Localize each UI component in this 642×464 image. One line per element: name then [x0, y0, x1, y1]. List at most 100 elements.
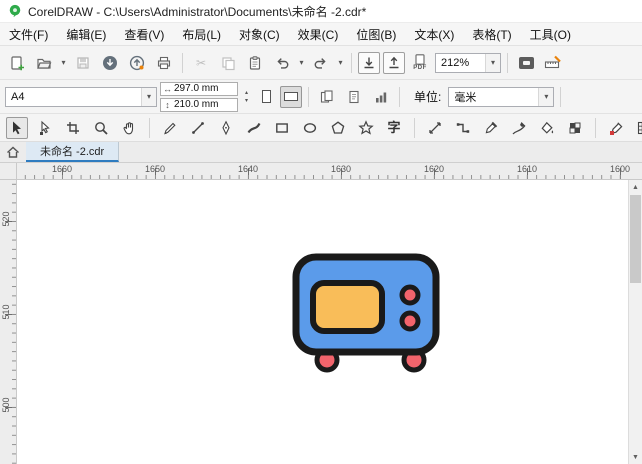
- menu-bitmaps[interactable]: 位图(B): [347, 23, 405, 46]
- artistic-media-tool-button[interactable]: [243, 117, 265, 139]
- shape-tool-button[interactable]: [34, 117, 56, 139]
- page-dimensions-stepper[interactable]: ▴ ▾: [241, 90, 252, 104]
- menu-edit[interactable]: 编辑(E): [57, 23, 115, 46]
- color-eyedropper-tool-button[interactable]: [605, 117, 627, 139]
- drawing-scale-icon: [376, 92, 387, 102]
- horizontal-ruler[interactable]: 1660 1650 1640 1630 1620 1610 1600: [17, 163, 630, 180]
- redo-button[interactable]: [309, 51, 333, 75]
- export-icon: [389, 56, 399, 68]
- mesh-fill-tool-button[interactable]: [633, 117, 642, 139]
- document-tab[interactable]: 未命名 -2.cdr: [26, 142, 120, 162]
- save-to-cloud-button[interactable]: [125, 51, 149, 75]
- open-button[interactable]: [32, 51, 56, 75]
- star-tool-button[interactable]: [355, 117, 377, 139]
- open-from-cloud-button[interactable]: [98, 51, 122, 75]
- import-button[interactable]: [358, 51, 380, 74]
- redo-dropdown-icon[interactable]: ▾: [336, 58, 345, 67]
- page-size-combobox[interactable]: A4 ▾: [5, 86, 157, 107]
- all-pages-button[interactable]: [315, 85, 339, 109]
- title-bar[interactable]: CorelDRAW - C:\Users\Administrator\Docum…: [0, 0, 642, 22]
- microwave-button-top[interactable]: [399, 284, 421, 306]
- zoom-tool-icon: [95, 121, 108, 135]
- stepper-down-icon[interactable]: ▾: [241, 98, 252, 104]
- text-tool-button[interactable]: 字: [383, 117, 405, 139]
- scrollbar-thumb[interactable]: [630, 195, 641, 283]
- paste-icon: [249, 55, 261, 70]
- menu-view[interactable]: 查看(V): [115, 23, 173, 46]
- open-from-cloud-icon: [103, 55, 117, 70]
- page-width-field[interactable]: ↔ 297.0 mm: [160, 81, 238, 96]
- two-point-line-tool-button[interactable]: [187, 117, 209, 139]
- menu-effects[interactable]: 效果(C): [289, 23, 348, 46]
- save-button[interactable]: [71, 51, 95, 75]
- toolbox-divider: [595, 117, 596, 138]
- fullscreen-preview-button[interactable]: [514, 51, 538, 75]
- toolbar-divider: [507, 52, 508, 73]
- open-dropdown-icon[interactable]: ▾: [59, 58, 68, 67]
- export-button[interactable]: [383, 51, 405, 74]
- ruler-label: 1640: [237, 164, 259, 174]
- toolbar-divider: [351, 52, 352, 73]
- zoom-dropdown-icon[interactable]: ▾: [485, 53, 500, 72]
- landscape-orientation-button[interactable]: [280, 85, 302, 108]
- drawing-area: 520 510 500 ▲ ▼: [0, 180, 642, 464]
- bezier-tool-button[interactable]: [215, 117, 237, 139]
- bezier-tool-icon: [222, 120, 230, 135]
- crop-tool-button[interactable]: [62, 117, 84, 139]
- undo-dropdown-icon[interactable]: ▾: [297, 58, 306, 67]
- connector-tool-button[interactable]: [452, 117, 474, 139]
- property-bar-divider: [308, 86, 309, 107]
- show-rulers-button[interactable]: [541, 51, 565, 75]
- drawing-scale-button[interactable]: [369, 85, 393, 109]
- fill-tool-button[interactable]: [536, 117, 558, 139]
- menu-text[interactable]: 文本(X): [405, 23, 463, 46]
- units-combobox[interactable]: 毫米 ▾: [448, 86, 555, 107]
- portrait-orientation-button[interactable]: [255, 86, 277, 108]
- eyedropper-tool-button[interactable]: [480, 117, 502, 139]
- open-folder-icon: [37, 58, 52, 69]
- scroll-down-icon: ▼: [632, 453, 639, 461]
- pan-tool-button[interactable]: [118, 117, 140, 139]
- dimension-tool-icon: [429, 121, 441, 134]
- document-canvas[interactable]: [17, 180, 628, 464]
- dimension-tool-button[interactable]: [424, 117, 446, 139]
- ruler-origin-corner[interactable]: [0, 163, 17, 180]
- undo-button[interactable]: [270, 51, 294, 75]
- print-button[interactable]: [152, 51, 176, 75]
- menu-file[interactable]: 文件(F): [0, 23, 57, 46]
- scroll-down-button[interactable]: ▼: [629, 450, 642, 464]
- microwave-button-bottom[interactable]: [399, 310, 421, 332]
- zoom-level-combobox[interactable]: 212% ▾: [435, 52, 501, 73]
- zoom-tool-button[interactable]: [90, 117, 112, 139]
- text-tool-icon: 字: [387, 120, 401, 135]
- cut-button[interactable]: ✂: [189, 51, 213, 75]
- pattern-fill-tool-button[interactable]: [564, 117, 586, 139]
- outline-pen-tool-button[interactable]: [508, 117, 530, 139]
- menu-tools[interactable]: 工具(O): [521, 23, 580, 46]
- rectangle-tool-button[interactable]: [271, 117, 293, 139]
- current-page-button[interactable]: [342, 85, 366, 109]
- menu-table[interactable]: 表格(T): [463, 23, 520, 46]
- scroll-up-button[interactable]: ▲: [629, 180, 642, 194]
- toolbox-divider: [414, 117, 415, 138]
- menu-layout[interactable]: 布局(L): [173, 23, 230, 46]
- welcome-screen-button[interactable]: [0, 142, 26, 162]
- menu-object[interactable]: 对象(C): [230, 23, 289, 46]
- publish-to-pdf-button[interactable]: PDF: [408, 51, 432, 75]
- polygon-tool-button[interactable]: [327, 117, 349, 139]
- ellipse-tool-button[interactable]: [299, 117, 321, 139]
- microwave-screen[interactable]: [310, 280, 385, 334]
- eyedropper-tool-icon: [485, 121, 498, 133]
- paste-button[interactable]: [243, 51, 267, 75]
- microwave-drawing[interactable]: [287, 246, 447, 378]
- copy-button[interactable]: [216, 51, 240, 75]
- new-document-button[interactable]: [5, 51, 29, 75]
- stepper-up-icon[interactable]: ▴: [241, 90, 252, 96]
- vertical-ruler[interactable]: 520 510 500: [0, 180, 17, 464]
- page-size-dropdown-icon[interactable]: ▾: [141, 87, 156, 106]
- units-dropdown-icon[interactable]: ▾: [538, 87, 554, 106]
- pick-tool-button[interactable]: [6, 116, 28, 139]
- vertical-scrollbar[interactable]: ▲ ▼: [628, 180, 642, 464]
- freehand-tool-button[interactable]: [159, 117, 181, 139]
- page-height-field[interactable]: ↕ 210.0 mm: [160, 97, 238, 112]
